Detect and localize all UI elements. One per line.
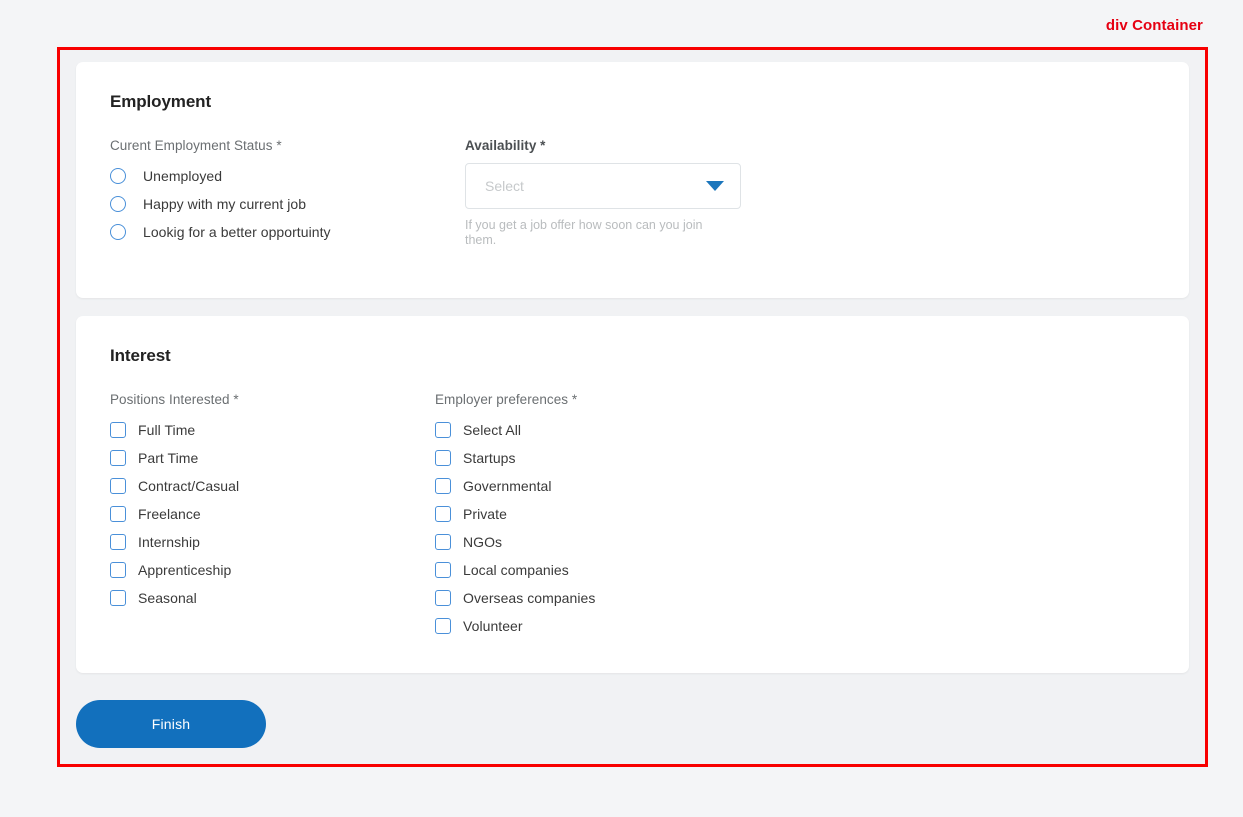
interest-section-title: Interest [110,346,171,365]
radio-option-looking-better-opportunity[interactable]: Lookig for a better opportuinty [110,218,465,246]
checkbox-option-apprenticeship[interactable]: Apprenticeship [110,556,435,584]
checkbox-icon[interactable] [110,478,126,494]
radio-icon[interactable] [110,224,126,240]
checkbox-option-governmental[interactable]: Governmental [435,472,1155,500]
div-container-annotation-label: div Container [1105,17,1203,34]
positions-interested-group: Positions Interested * Full Time Part Ti… [110,392,435,612]
positions-interested-label: Positions Interested * [110,392,239,407]
interest-columns: Positions Interested * Full Time Part Ti… [110,392,1155,640]
checkbox-option-seasonal[interactable]: Seasonal [110,584,435,612]
checkbox-option-label: Seasonal [138,590,197,606]
checkbox-option-label: Apprenticeship [138,562,232,578]
radio-icon[interactable] [110,168,126,184]
checkbox-option-label: Part Time [138,450,199,466]
checkbox-icon[interactable] [435,562,451,578]
checkbox-option-label: Internship [138,534,200,550]
availability-group: Availability * Select If you get a job o… [465,138,1155,248]
radio-option-label: Unemployed [143,168,223,184]
checkbox-option-label: Governmental [463,478,552,494]
checkbox-icon[interactable] [110,534,126,550]
checkbox-option-local-companies[interactable]: Local companies [435,556,1155,584]
checkbox-option-ngos[interactable]: NGOs [435,528,1155,556]
checkbox-option-label: Startups [463,450,516,466]
checkbox-icon[interactable] [435,534,451,550]
checkbox-option-label: NGOs [463,534,503,550]
radio-icon[interactable] [110,196,126,212]
finish-button[interactable]: Finish [76,700,266,748]
checkbox-icon[interactable] [435,450,451,466]
checkbox-icon[interactable] [435,422,451,438]
employment-status-label: Curent Employment Status * [110,138,282,153]
checkbox-option-overseas-companies[interactable]: Overseas companies [435,584,1155,612]
form-footer: Finish [76,700,266,748]
chevron-down-icon[interactable] [706,181,724,191]
availability-select-placeholder: Select [485,178,524,194]
radio-option-label: Lookig for a better opportuinty [143,224,331,240]
div-container-highlight: Employment Curent Employment Status * Un… [57,47,1208,767]
checkbox-option-contract-casual[interactable]: Contract/Casual [110,472,435,500]
availability-helper-text: If you get a job offer how soon can you … [465,218,703,247]
radio-option-happy-current-job[interactable]: Happy with my current job [110,190,465,218]
checkbox-option-part-time[interactable]: Part Time [110,444,435,472]
checkbox-option-volunteer[interactable]: Volunteer [435,612,1155,640]
checkbox-option-freelance[interactable]: Freelance [110,500,435,528]
checkbox-icon[interactable] [110,590,126,606]
checkbox-icon[interactable] [435,478,451,494]
radio-option-unemployed[interactable]: Unemployed [110,162,465,190]
checkbox-option-label: Local companies [463,562,569,578]
checkbox-option-private[interactable]: Private [435,500,1155,528]
employer-preferences-group: Employer preferences * Select All Startu… [435,392,1155,640]
checkbox-option-startups[interactable]: Startups [435,444,1155,472]
checkbox-option-full-time[interactable]: Full Time [110,416,435,444]
checkbox-option-label: Volunteer [463,618,523,634]
interest-card: Interest Positions Interested * Full Tim… [76,316,1189,673]
checkbox-option-select-all[interactable]: Select All [435,416,1155,444]
checkbox-icon[interactable] [110,422,126,438]
employment-status-group: Curent Employment Status * Unemployed Ha… [110,138,465,246]
checkbox-icon[interactable] [110,562,126,578]
employment-card: Employment Curent Employment Status * Un… [76,62,1189,298]
form-stack: Employment Curent Employment Status * Un… [60,50,1205,673]
radio-option-label: Happy with my current job [143,196,307,212]
checkbox-option-label: Contract/Casual [138,478,240,494]
checkbox-icon[interactable] [110,450,126,466]
checkbox-option-label: Freelance [138,506,201,522]
employment-columns: Curent Employment Status * Unemployed Ha… [110,138,1155,248]
checkbox-option-label: Private [463,506,507,522]
employer-preferences-label: Employer preferences * [435,392,578,407]
employment-section-title: Employment [110,92,212,111]
checkbox-icon[interactable] [435,590,451,606]
checkbox-icon[interactable] [435,618,451,634]
checkbox-option-label: Select All [463,422,522,438]
checkbox-option-label: Overseas companies [463,590,596,606]
checkbox-icon[interactable] [435,506,451,522]
checkbox-option-label: Full Time [138,422,196,438]
availability-select[interactable]: Select [465,163,741,209]
checkbox-option-internship[interactable]: Internship [110,528,435,556]
availability-label: Availability * [465,138,546,153]
checkbox-icon[interactable] [110,506,126,522]
